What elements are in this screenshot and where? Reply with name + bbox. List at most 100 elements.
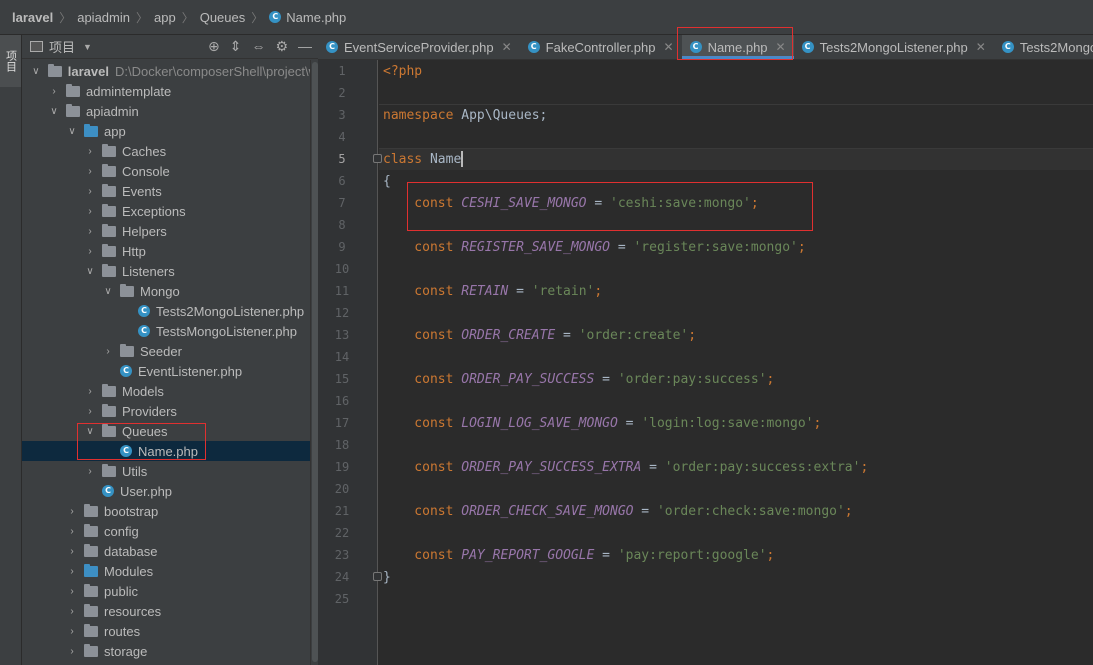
editor-tab[interactable]: C EventServiceProvider.php ✕: [318, 35, 520, 59]
chevron-down-icon[interactable]: ∨: [30, 66, 42, 77]
editor-tab[interactable]: C Tests2MongoListener.php ✕: [794, 35, 994, 59]
code-line[interactable]: <?php: [383, 60, 422, 82]
chevron-down-icon[interactable]: ∨: [102, 286, 114, 297]
code-line[interactable]: const REGISTER_SAVE_MONGO = 'register:sa…: [383, 236, 805, 258]
tree-item[interactable]: ∨ Listeners: [22, 261, 318, 281]
collapse-all-icon[interactable]: ⇔: [251, 38, 265, 55]
chevron-right-icon[interactable]: ›: [84, 226, 96, 237]
chevron-right-icon[interactable]: ›: [84, 166, 96, 177]
tree-item[interactable]: › storage: [22, 641, 318, 661]
editor-tab[interactable]: C FakeController.php ✕: [520, 35, 682, 59]
code-line[interactable]: {: [383, 170, 391, 192]
tree-item[interactable]: C User.php: [22, 481, 318, 501]
fold-open-icon[interactable]: [373, 154, 382, 163]
close-icon[interactable]: ✕: [664, 40, 674, 54]
breadcrumb-item[interactable]: app: [154, 10, 176, 25]
chevron-right-icon[interactable]: ›: [66, 606, 78, 617]
close-icon[interactable]: ✕: [776, 40, 786, 54]
tree-item[interactable]: › Seeder: [22, 341, 318, 361]
tree-item[interactable]: C EventListener.php: [22, 361, 318, 381]
tree-item[interactable]: › Models: [22, 381, 318, 401]
expand-all-icon[interactable]: ⇕: [230, 38, 242, 55]
tree-item[interactable]: ∨ apiadmin: [22, 101, 318, 121]
tree-item[interactable]: › Modules: [22, 561, 318, 581]
code-line[interactable]: const CESHI_SAVE_MONGO = 'ceshi:save:mon…: [383, 192, 758, 214]
code-editor[interactable]: 1 2 3 4 5 6 7 8 9 10 11 12 13 14 15 16 17 18 19 20 21 22 23 24 2…: [318, 60, 1093, 665]
code-line[interactable]: class Name: [383, 148, 464, 170]
tree-item[interactable]: ∨ app: [22, 121, 318, 141]
chevron-right-icon[interactable]: ›: [84, 406, 96, 417]
locate-icon[interactable]: ⊕: [208, 38, 220, 55]
code-line[interactable]: const RETAIN = 'retain';: [383, 280, 602, 302]
tree-item[interactable]: › Providers: [22, 401, 318, 421]
chevron-right-icon[interactable]: ›: [102, 346, 114, 357]
breadcrumb-item[interactable]: apiadmin: [77, 10, 130, 25]
code-line[interactable]: const ORDER_PAY_SUCCESS_EXTRA = 'order:p…: [383, 456, 868, 478]
code-line[interactable]: const LOGIN_LOG_SAVE_MONGO = 'login:log:…: [383, 412, 821, 434]
fold-close-icon[interactable]: [373, 572, 382, 581]
tree-item[interactable]: › Http: [22, 241, 318, 261]
code-line[interactable]: const PAY_REPORT_GOOGLE = 'pay:report:go…: [383, 544, 774, 566]
chevron-right-icon[interactable]: ›: [84, 186, 96, 197]
tree-item[interactable]: C TestsMongoListener.php: [22, 321, 318, 341]
code-line[interactable]: namespace App\Queues;: [383, 104, 547, 126]
chevron-right-icon[interactable]: ›: [66, 586, 78, 597]
chevron-right-icon[interactable]: ›: [66, 566, 78, 577]
code-token: 'order:pay:success:extra': [664, 459, 861, 475]
code-line[interactable]: const ORDER_CREATE = 'order:create';: [383, 324, 696, 346]
tree-item[interactable]: › Events: [22, 181, 318, 201]
code-line[interactable]: const ORDER_CHECK_SAVE_MONGO = 'order:ch…: [383, 500, 852, 522]
close-icon[interactable]: ✕: [976, 40, 986, 54]
tree-item[interactable]: › Console: [22, 161, 318, 181]
tree-item[interactable]: › Helpers: [22, 221, 318, 241]
tree-item[interactable]: C Name.php: [22, 441, 318, 461]
tree-item[interactable]: ∨ laravel D:\Docker\composerShell\project\…: [22, 61, 318, 81]
tree-item-label: resources: [104, 603, 162, 619]
chevron-right-icon[interactable]: ›: [66, 646, 78, 657]
project-scrollbar[interactable]: [310, 60, 318, 665]
tree-item[interactable]: › admintemplate: [22, 81, 318, 101]
folder-icon: [102, 143, 116, 157]
editor-tab[interactable]: C Name.php ✕: [681, 35, 794, 59]
chevron-right-icon[interactable]: ›: [84, 466, 96, 477]
chevron-down-icon[interactable]: ∨: [48, 106, 60, 117]
project-tool-tab[interactable]: 项目: [0, 35, 21, 87]
chevron-right-icon[interactable]: ›: [84, 206, 96, 217]
chevron-right-icon[interactable]: ›: [66, 626, 78, 637]
line-number: 23: [334, 548, 350, 562]
editor-tab[interactable]: C Tests2Mongo: [994, 35, 1093, 59]
view-dropdown-icon[interactable]: ▼: [83, 42, 92, 52]
tree-item[interactable]: › bootstrap: [22, 501, 318, 521]
tree-item[interactable]: C Tests2MongoListener.php: [22, 301, 318, 321]
breadcrumb-item[interactable]: Name.php: [286, 10, 346, 25]
chevron-right-icon[interactable]: ›: [84, 246, 96, 257]
tree-item[interactable]: ∨ Mongo: [22, 281, 318, 301]
tree-item[interactable]: › Exceptions: [22, 201, 318, 221]
tree-item[interactable]: › public: [22, 581, 318, 601]
tree-item[interactable]: › database: [22, 541, 318, 561]
chevron-down-icon[interactable]: ∨: [84, 426, 96, 437]
hide-icon[interactable]: —: [298, 38, 312, 55]
chevron-down-icon[interactable]: ∨: [84, 266, 96, 277]
tree-item[interactable]: › Caches: [22, 141, 318, 161]
gear-icon[interactable]: ⚙: [275, 38, 288, 55]
tree-item[interactable]: › config: [22, 521, 318, 541]
tree-item[interactable]: › routes: [22, 621, 318, 641]
chevron-right-icon[interactable]: ›: [66, 506, 78, 517]
code-line[interactable]: }: [383, 566, 391, 588]
tree-item[interactable]: ∨ Queues: [22, 421, 318, 441]
chevron-down-icon[interactable]: ∨: [66, 126, 78, 137]
tree-item[interactable]: › resources: [22, 601, 318, 621]
chevron-right-icon[interactable]: ›: [66, 546, 78, 557]
tree-item[interactable]: › Utils: [22, 461, 318, 481]
code-line[interactable]: const ORDER_PAY_SUCCESS = 'order:pay:suc…: [383, 368, 774, 390]
chevron-right-icon[interactable]: ›: [66, 526, 78, 537]
tree-item-label: Providers: [122, 403, 177, 419]
tree-item-label: bootstrap: [104, 503, 159, 519]
close-icon[interactable]: ✕: [502, 40, 512, 54]
breadcrumb-item[interactable]: Queues: [200, 10, 246, 25]
breadcrumb-item[interactable]: laravel: [12, 10, 53, 25]
chevron-right-icon[interactable]: ›: [84, 386, 96, 397]
chevron-right-icon[interactable]: ›: [48, 86, 60, 97]
chevron-right-icon[interactable]: ›: [84, 146, 96, 157]
